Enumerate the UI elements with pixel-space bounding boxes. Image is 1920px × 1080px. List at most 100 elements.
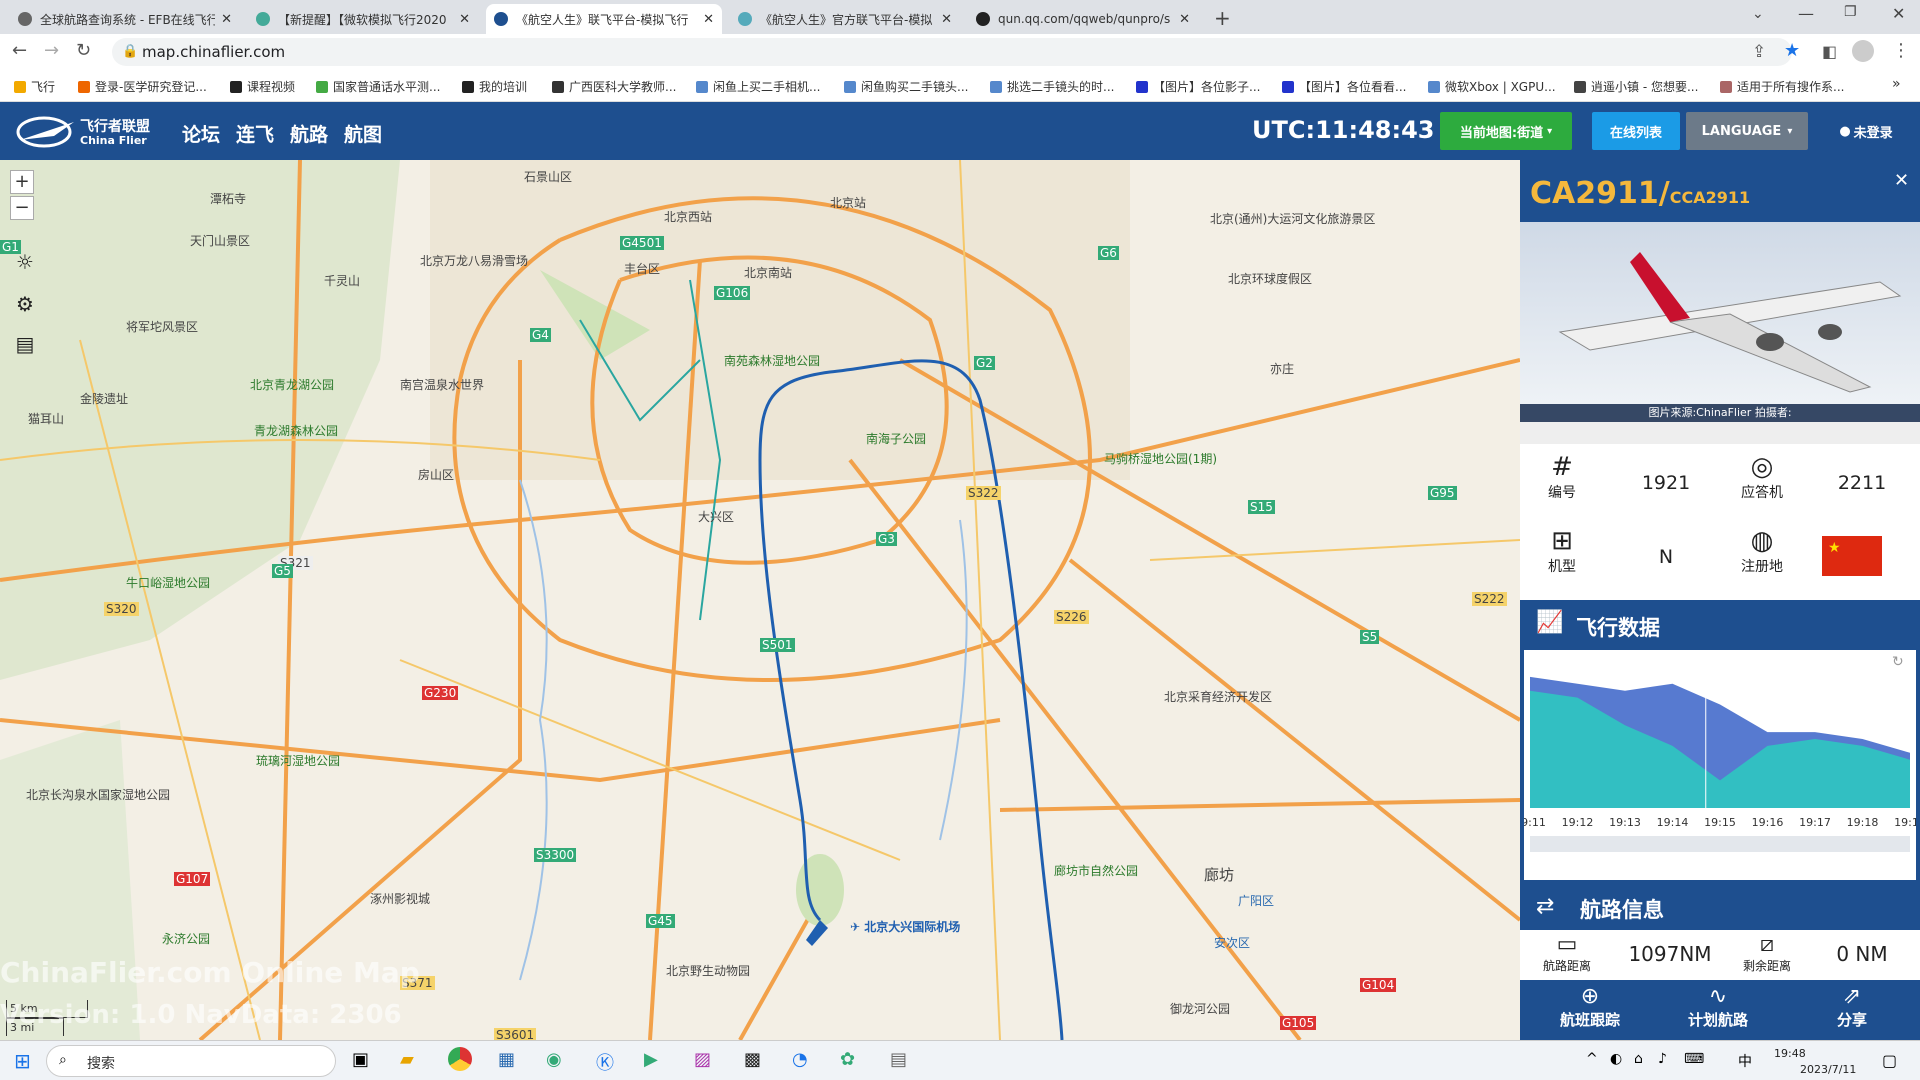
close-icon[interactable]: ✕ xyxy=(459,12,470,27)
bookmark-item[interactable]: 飞行 xyxy=(14,78,55,95)
road-shield: S15 xyxy=(1248,500,1275,514)
notification-icon[interactable]: ▢ xyxy=(1882,1051,1897,1070)
lock-icon[interactable]: 🔒 xyxy=(122,44,138,59)
bookmark-item[interactable]: 闲鱼购买二手镜头... xyxy=(844,78,968,95)
map-place-label: 青龙湖森林公园 xyxy=(254,424,339,438)
online-list-button[interactable]: 在线列表 xyxy=(1592,112,1680,150)
volume-icon[interactable]: ♪ xyxy=(1658,1051,1667,1067)
browser-tab[interactable]: 《航空人生》官方联飞平台-模拟 ✕ xyxy=(730,4,960,34)
map-place-label: 廊坊 xyxy=(1204,866,1235,884)
app-icon[interactable]: ▩ xyxy=(744,1049,761,1070)
browser-tab[interactable]: 【新提醒】【微软模拟飞行2020 ✕ xyxy=(248,4,478,34)
window-close-icon[interactable]: ✕ xyxy=(1892,4,1905,23)
nav-routes[interactable]: 航路 xyxy=(290,120,328,147)
browser-tab[interactable]: 全球航路查询系统 - EFB在线飞行 ✕ xyxy=(10,4,240,34)
route-path-icon: ∿ xyxy=(1708,984,1728,1009)
refresh-icon[interactable]: ↻ xyxy=(1892,654,1904,670)
zoom-out-button[interactable]: − xyxy=(10,196,34,220)
bookmark-item[interactable]: 【图片】各位影子... xyxy=(1136,78,1260,95)
chrome-icon[interactable] xyxy=(448,1047,472,1071)
new-tab-icon[interactable]: + xyxy=(1214,6,1231,30)
close-icon[interactable]: ✕ xyxy=(1179,12,1190,27)
windows-start-icon[interactable]: ⊞ xyxy=(14,1049,31,1073)
clock-date[interactable]: 2023/7/11 xyxy=(1800,1063,1856,1076)
bookmark-item[interactable]: 适用于所有搜作系... xyxy=(1720,78,1844,95)
bookmark-item[interactable]: 国家普通话水平测... xyxy=(316,78,440,95)
site-icon xyxy=(230,81,242,93)
map-place-label: 北京西站 xyxy=(664,210,713,224)
xbox-icon[interactable]: ◉ xyxy=(546,1049,562,1070)
flight-data-chart[interactable]: 19:11 19:12 19:13 19:14 19:15 19:16 19:17 19:18… xyxy=(1514,650,1920,880)
bookmark-item[interactable]: 课程视频 xyxy=(230,78,295,95)
task-view-icon[interactable]: ▣ xyxy=(352,1049,369,1070)
site-header: 飞行者联盟 China Flier 论坛 连飞 航路 航图 UTC:11:48:… xyxy=(0,102,1920,160)
nav-charts[interactable]: 航图 xyxy=(344,120,382,147)
close-icon[interactable]: ✕ xyxy=(703,12,714,27)
bookmark-item[interactable]: 逍遥小镇 - 您想要... xyxy=(1574,78,1698,95)
road-shield: G4 xyxy=(530,328,551,342)
profile-avatar[interactable] xyxy=(1852,40,1874,62)
bookmark-item[interactable]: 登录-医学研究登记... xyxy=(78,78,207,95)
bookmark-item[interactable]: 闲鱼上买二手相机... xyxy=(696,78,820,95)
nav-online[interactable]: 连飞 xyxy=(236,120,274,147)
tray-icon[interactable]: ◐ xyxy=(1610,1051,1622,1067)
minimize-icon[interactable]: — xyxy=(1798,4,1814,23)
flight-track-button[interactable]: ⊕ 航班跟踪 xyxy=(1540,984,1640,1030)
file-explorer-icon[interactable]: ▰ xyxy=(400,1049,414,1070)
maximize-icon[interactable]: ❐ xyxy=(1844,4,1857,20)
map-layer-button[interactable]: 当前地图:街道 ▾ xyxy=(1440,112,1572,150)
back-icon[interactable]: ← xyxy=(12,40,27,61)
app-icon[interactable]: ✿ xyxy=(840,1049,855,1070)
bookmark-item[interactable]: 我的培训 xyxy=(462,78,527,95)
bookmark-item[interactable]: 【图片】各位看看... xyxy=(1282,78,1406,95)
ime-indicator[interactable]: 中 xyxy=(1738,1051,1752,1071)
sidepanel-icon[interactable]: ◧ xyxy=(1822,42,1837,61)
app-k-icon[interactable]: Ⓚ xyxy=(596,1049,614,1075)
map-place-label: 北京(通州)大运河文化旅游景区 xyxy=(1210,212,1376,226)
taskbar-search[interactable]: ⌕ 搜索 xyxy=(46,1045,336,1077)
app-icon[interactable]: ▨ xyxy=(694,1049,711,1070)
bookmark-item[interactable]: 挑选二手镜头的时... xyxy=(990,78,1114,95)
tab-search-icon[interactable]: ⌄ xyxy=(1752,6,1764,22)
keyboard-icon[interactable]: ⌨ xyxy=(1684,1051,1704,1067)
browser-tab-active[interactable]: 《航空人生》联飞平台-模拟飞行 ✕ xyxy=(486,4,722,34)
app-icon[interactable]: ▤ xyxy=(890,1049,907,1070)
login-link[interactable]: ● 未登录 xyxy=(1826,112,1906,150)
planned-route-button[interactable]: ∿ 计划航路 xyxy=(1668,984,1768,1030)
more-bookmarks-icon[interactable]: » xyxy=(1892,76,1901,92)
zoom-in-button[interactable]: + xyxy=(10,170,34,194)
tab-favicon xyxy=(256,12,270,26)
site-icon xyxy=(696,81,708,93)
bookmark-item[interactable]: 微软Xbox | XGPU... xyxy=(1428,78,1556,95)
share-icon[interactable]: ⇪ xyxy=(1752,42,1766,62)
reload-icon[interactable]: ↻ xyxy=(76,40,91,61)
chat-icon[interactable]: ◔ xyxy=(792,1049,808,1070)
language-button[interactable]: LANGUAGE ▾ xyxy=(1686,112,1808,150)
map-place-label: 丰台区 xyxy=(624,262,661,276)
forward-icon[interactable]: → xyxy=(44,40,59,61)
browser-tab[interactable]: qun.qq.com/qqweb/qunpro/s ✕ xyxy=(968,4,1198,34)
url-input[interactable]: map.chinaflier.com xyxy=(112,38,1792,66)
calculator-icon[interactable]: ▦ xyxy=(498,1049,515,1070)
clock-time[interactable]: 19:48 xyxy=(1774,1047,1806,1060)
logo[interactable] xyxy=(14,112,78,150)
panel-close-icon[interactable]: ✕ xyxy=(1894,170,1909,191)
site-icon xyxy=(462,81,474,93)
settings-gears-icon[interactable]: ⚙ xyxy=(12,292,38,318)
bookmark-item[interactable]: 广西医科大学教师... xyxy=(552,78,676,95)
network-icon[interactable]: ⌂ xyxy=(1634,1051,1643,1067)
clipboard-icon[interactable]: ▤ xyxy=(12,332,38,358)
chart-zoom-slider[interactable] xyxy=(1530,836,1910,852)
close-icon[interactable]: ✕ xyxy=(221,12,232,27)
play-icon[interactable]: ▶ xyxy=(644,1049,658,1070)
road-shield: S3601 xyxy=(494,1028,537,1040)
menu-icon[interactable]: ⋮ xyxy=(1892,40,1910,61)
map-view[interactable]: 石景山区 北京西站 北京站 北京南站 丰台区 潭柘寺 天门山景区 千灵山 北京万… xyxy=(0,160,1520,1040)
nav-forum[interactable]: 论坛 xyxy=(182,120,220,147)
tray-expand-icon[interactable]: ^ xyxy=(1586,1051,1598,1067)
brightness-icon[interactable]: ☼ xyxy=(12,250,38,276)
bookmark-star-icon[interactable]: ★ xyxy=(1784,40,1800,61)
share-button[interactable]: ⇗ 分享 xyxy=(1802,984,1902,1030)
map-place-label: 北京南站 xyxy=(744,266,793,280)
close-icon[interactable]: ✕ xyxy=(941,12,952,27)
